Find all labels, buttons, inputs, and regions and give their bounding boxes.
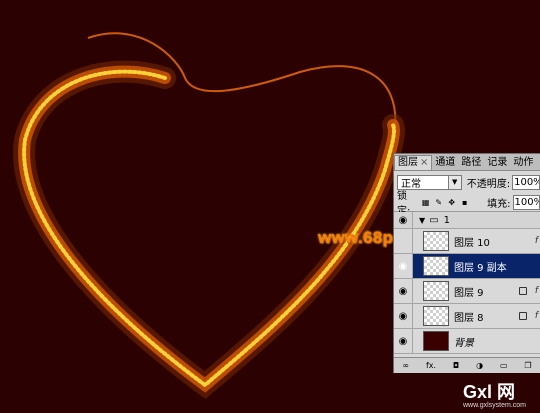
lock-all-icon[interactable]: ▪	[460, 198, 469, 207]
layer-list: ◉ ▼ ▭ 1 图层 10 f ◉ 图层 9 副本 ◉ 图层 9 f ◉ 图层 …	[394, 212, 540, 354]
layer-name: 图层 9 副本	[454, 262, 507, 274]
fx-icon[interactable]: f	[535, 311, 538, 321]
logo-url: www.gxlsystem.com	[463, 402, 527, 409]
tab-actions[interactable]: 动作	[510, 156, 536, 170]
layer-name: 背景	[454, 337, 474, 349]
fill-input[interactable]: 100%	[512, 194, 540, 210]
close-icon[interactable]: ×	[420, 157, 428, 168]
layer-row[interactable]: ◉ 图层 8 f	[394, 304, 540, 329]
layer-thumbnail	[423, 331, 449, 351]
lock-transparent-icon[interactable]: ▦	[421, 198, 430, 207]
group-name: 1	[443, 214, 450, 226]
site-logo: Gxl 网 www.gxlsystem.com	[463, 378, 526, 409]
tab-channels[interactable]: 通道	[432, 156, 458, 170]
layer-row-selected[interactable]: ◉ 图层 9 副本	[394, 254, 540, 279]
lock-icon	[519, 287, 527, 295]
tab-layers[interactable]: 图层 ×	[394, 155, 433, 170]
eye-icon[interactable]: ◉	[394, 254, 413, 278]
layer-thumbnail	[423, 306, 449, 326]
layer-thumbnail	[423, 281, 449, 301]
layer-name: 图层 9	[454, 287, 484, 299]
panel-footer: ∞ fx. ◘ ◑ ▭ ❐	[394, 357, 540, 373]
lock-icon	[519, 312, 527, 320]
layer-thumbnail	[423, 256, 449, 276]
folder-icon[interactable]: ▭	[500, 361, 508, 370]
fill-label: 填充:	[487, 198, 511, 210]
lock-position-icon[interactable]: ✥	[447, 198, 456, 207]
opacity-label: 不透明度:	[466, 178, 511, 190]
eye-icon[interactable]: ◉	[394, 212, 413, 228]
panel-tabs: 图层 × 通道 路径 记录 动作	[394, 154, 540, 171]
eye-icon[interactable]	[394, 229, 413, 253]
logo-text: Gxl 网	[463, 382, 516, 402]
tab-history[interactable]: 记录	[484, 156, 510, 170]
layer-thumbnail	[423, 231, 449, 251]
layer-row[interactable]: 图层 10 f	[394, 229, 540, 254]
layer-name: 图层 8	[454, 312, 484, 324]
layer-row-background[interactable]: ◉ 背景	[394, 329, 540, 354]
adjustment-icon[interactable]: ◑	[476, 361, 483, 370]
layer-group[interactable]: ◉ ▼ ▭ 1	[394, 212, 540, 229]
fx-icon[interactable]: f	[535, 286, 538, 296]
new-layer-icon[interactable]: ❐	[524, 361, 531, 370]
chevron-down-icon[interactable]: ▼	[447, 175, 461, 189]
layer-row[interactable]: ◉ 图层 9 f	[394, 279, 540, 304]
tab-paths[interactable]: 路径	[458, 156, 484, 170]
eye-icon[interactable]: ◉	[394, 279, 413, 303]
eye-icon[interactable]: ◉	[394, 329, 413, 353]
link-icon[interactable]: ∞	[402, 361, 409, 370]
layer-name: 图层 10	[454, 237, 490, 249]
lock-image-icon[interactable]: ✎	[434, 198, 443, 207]
triangle-down-icon[interactable]: ▼	[419, 216, 425, 225]
fx-icon[interactable]: f	[535, 236, 538, 246]
fx-button[interactable]: fx.	[426, 361, 436, 370]
opacity-input[interactable]: 100%	[512, 174, 540, 190]
mask-icon[interactable]: ◘	[453, 361, 459, 370]
lock-row: 锁定: ▦ ✎ ✥ ▪ 填充: 100%	[394, 191, 540, 217]
eye-icon[interactable]: ◉	[394, 304, 413, 328]
layers-panel: 图层× 通道 路径 记录 动作 正常 ▼ 不透明度: 100% 锁定: ▦ ✎ …	[393, 153, 540, 373]
folder-icon: ▭	[429, 214, 439, 226]
